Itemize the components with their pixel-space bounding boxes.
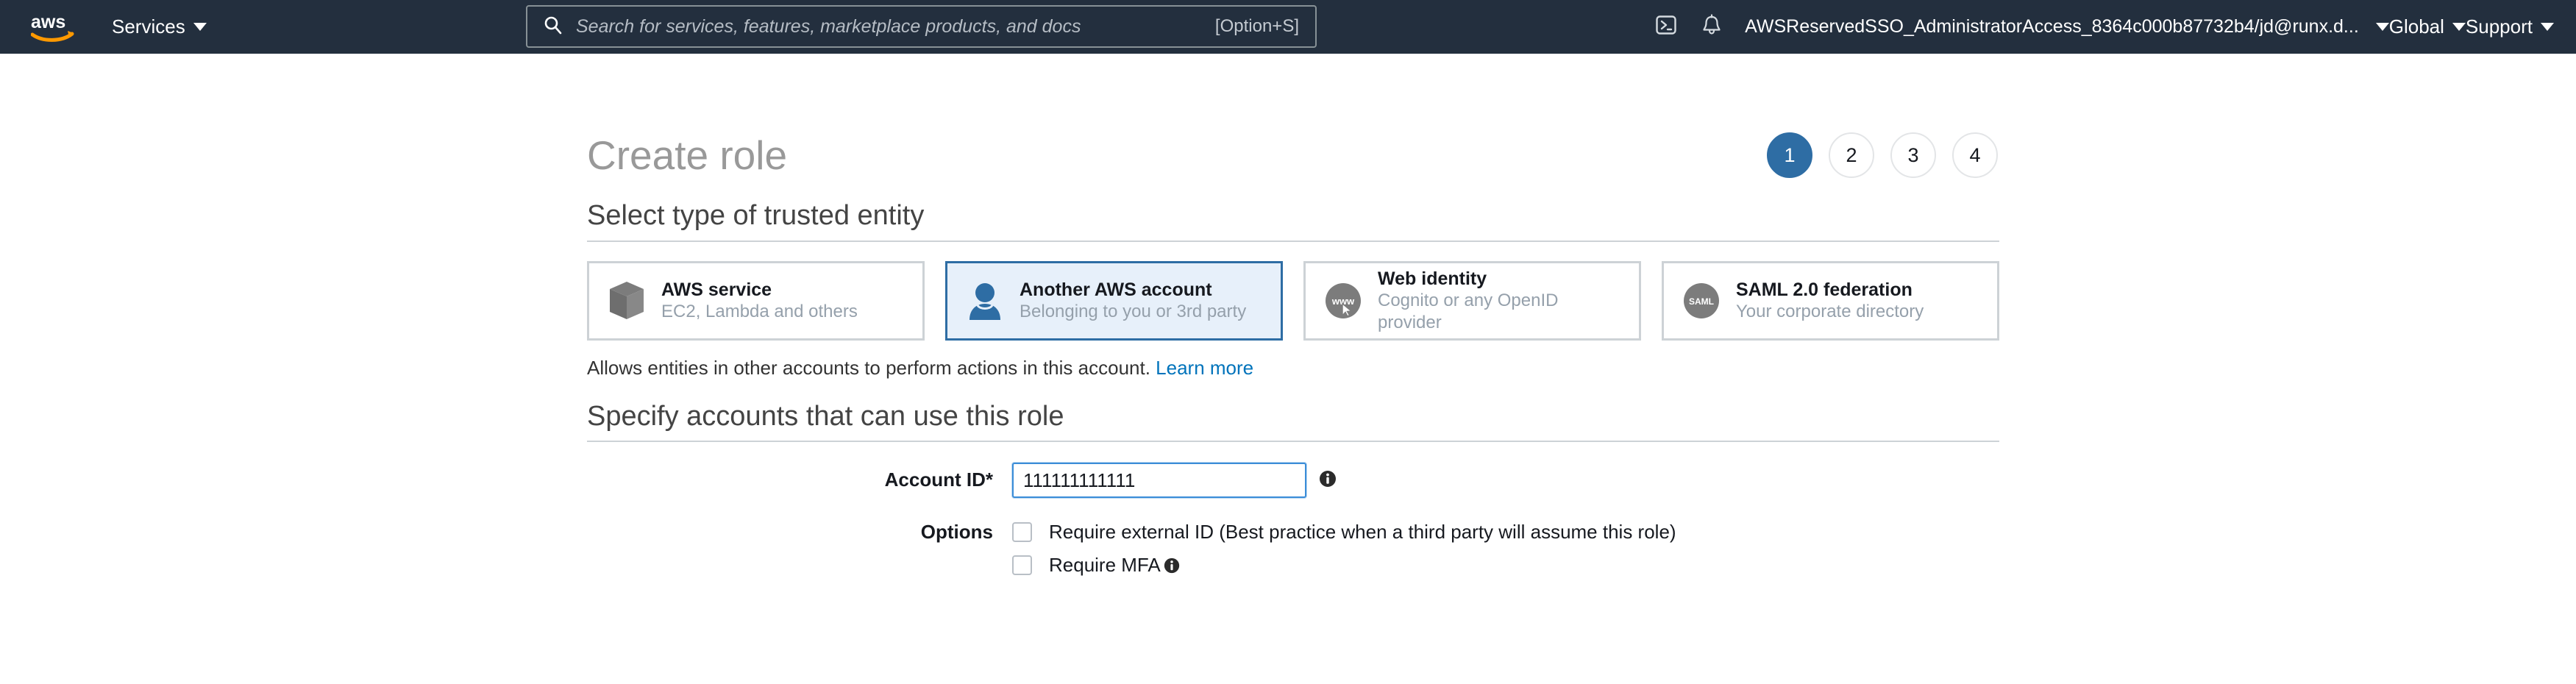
learn-more-link[interactable]: Learn more (1156, 357, 1253, 379)
account-id-field-wrap (1012, 463, 1999, 499)
wizard-step-1-label: 1 (1784, 143, 1796, 166)
cloudshell-icon (1655, 14, 1677, 40)
wizard-step-1[interactable]: 1 (1767, 132, 1812, 178)
person-icon (962, 278, 1008, 324)
www-cursor-icon: www (1320, 278, 1366, 324)
option-require-external-id[interactable]: Require external ID (Best practice when … (1012, 517, 1999, 547)
card-subtitle: Cognito or any OpenID provider (1378, 291, 1559, 333)
wizard-step-2-label: 2 (1846, 143, 1857, 166)
svg-text:aws: aws (31, 12, 65, 32)
card-subtitle: EC2, Lambda and others (661, 302, 858, 322)
trusted-entity-description: Allows entities in other accounts to per… (587, 356, 1999, 381)
require-external-id-label: Require external ID (Best practice when … (1049, 521, 1676, 544)
card-text: Web identity Cognito or any OpenID provi… (1378, 268, 1576, 335)
cube-icon (604, 278, 650, 324)
wizard-step-indicator: 1 2 3 4 (1767, 132, 1999, 178)
card-text: Another AWS account Belonging to you or … (1020, 279, 1246, 324)
trusted-entity-card-aws-service[interactable]: AWS service EC2, Lambda and others (587, 260, 925, 341)
require-external-id-checkbox[interactable] (1012, 522, 1032, 543)
search-input-placeholder[interactable]: Search for services, features, marketpla… (576, 16, 1205, 38)
card-title: SAML 2.0 federation (1736, 279, 1913, 300)
page-title-row: Create role 1 2 3 4 (587, 107, 1999, 182)
account-id-row: Account ID* (587, 463, 1999, 499)
trusted-entity-card-list: AWS service EC2, Lambda and others Anoth… (587, 260, 1999, 341)
wizard-step-3-label: 3 (1907, 143, 1919, 166)
search-icon (544, 15, 563, 38)
account-id-label: Account ID* (884, 469, 993, 491)
specify-accounts-heading: Specify accounts that can use this role (587, 381, 1999, 443)
trusted-entity-card-saml-federation[interactable]: SAML SAML 2.0 federation Your corporate … (1662, 260, 1999, 341)
chevron-down-icon (193, 23, 207, 31)
services-menu[interactable]: Services (112, 15, 207, 38)
options-row: Options Require external ID (Best practi… (587, 517, 1999, 580)
require-mfa-label-wrap: Require MFA (1049, 554, 1181, 577)
wizard-step-4[interactable]: 4 (1952, 132, 1998, 178)
card-subtitle: Your corporate directory (1736, 302, 1924, 322)
options-field-wrap: Require external ID (Best practice when … (1012, 517, 1999, 580)
require-mfa-checkbox[interactable] (1012, 555, 1032, 576)
card-title: Another AWS account (1020, 279, 1212, 300)
wizard-step-4-label: 4 (1969, 143, 1981, 166)
page-title: Create role (587, 132, 788, 178)
require-mfa-info-icon[interactable] (1163, 557, 1181, 574)
create-role-content: Create role 1 2 3 4 Select type of trust… (587, 107, 1999, 580)
svg-text:SAML: SAML (1689, 296, 1714, 307)
wizard-step-2[interactable]: 2 (1829, 132, 1874, 178)
search-shortcut-hint: [Option+S] (1214, 16, 1299, 36)
saml-icon: SAML (1679, 278, 1724, 324)
card-text: SAML 2.0 federation Your corporate direc… (1736, 279, 1924, 324)
notifications-button[interactable] (1689, 0, 1734, 54)
global-search-box[interactable]: Search for services, features, marketpla… (526, 5, 1317, 48)
cloudshell-button[interactable] (1643, 0, 1689, 54)
services-menu-label: Services (112, 15, 185, 38)
trusted-entity-heading: Select type of trusted entity (587, 182, 1999, 242)
support-menu[interactable]: Support (2466, 15, 2554, 38)
option-require-mfa[interactable]: Require MFA (1012, 550, 1999, 580)
account-menu[interactable]: AWSReservedSSO_AdministratorAccess_8364c… (1734, 16, 2389, 38)
chevron-down-icon (2541, 23, 2554, 31)
region-menu[interactable]: Global (2389, 15, 2466, 38)
require-mfa-label: Require MFA (1049, 554, 1161, 577)
wizard-step-3[interactable]: 3 (1890, 132, 1936, 178)
trusted-entity-card-web-identity[interactable]: www Web identity Cognito or any OpenID p… (1303, 260, 1641, 341)
description-text: Allows entities in other accounts to per… (587, 356, 1150, 379)
bell-icon (1701, 14, 1722, 40)
region-menu-label: Global (2388, 15, 2444, 38)
trusted-entity-card-another-aws-account[interactable]: Another AWS account Belonging to you or … (945, 260, 1283, 341)
top-navigation-bar: aws Services Search for services, featur… (0, 0, 2576, 54)
account-id-input[interactable] (1012, 463, 1306, 499)
support-menu-label: Support (2465, 15, 2533, 38)
card-title: AWS service (661, 279, 772, 300)
card-subtitle: Belonging to you or 3rd party (1020, 302, 1247, 322)
nav-right-group: AWSReservedSSO_AdministratorAccess_8364c… (1643, 0, 2554, 54)
options-label: Options (920, 521, 993, 544)
account-menu-label: AWSReservedSSO_AdministratorAccess_8364c… (1745, 16, 2359, 37)
account-id-info-icon[interactable] (1318, 469, 1337, 492)
card-text: AWS service EC2, Lambda and others (661, 279, 858, 324)
chevron-down-icon (2452, 23, 2466, 31)
aws-logo[interactable]: aws (31, 12, 77, 43)
card-title: Web identity (1378, 268, 1487, 289)
chevron-down-icon (2375, 23, 2389, 31)
